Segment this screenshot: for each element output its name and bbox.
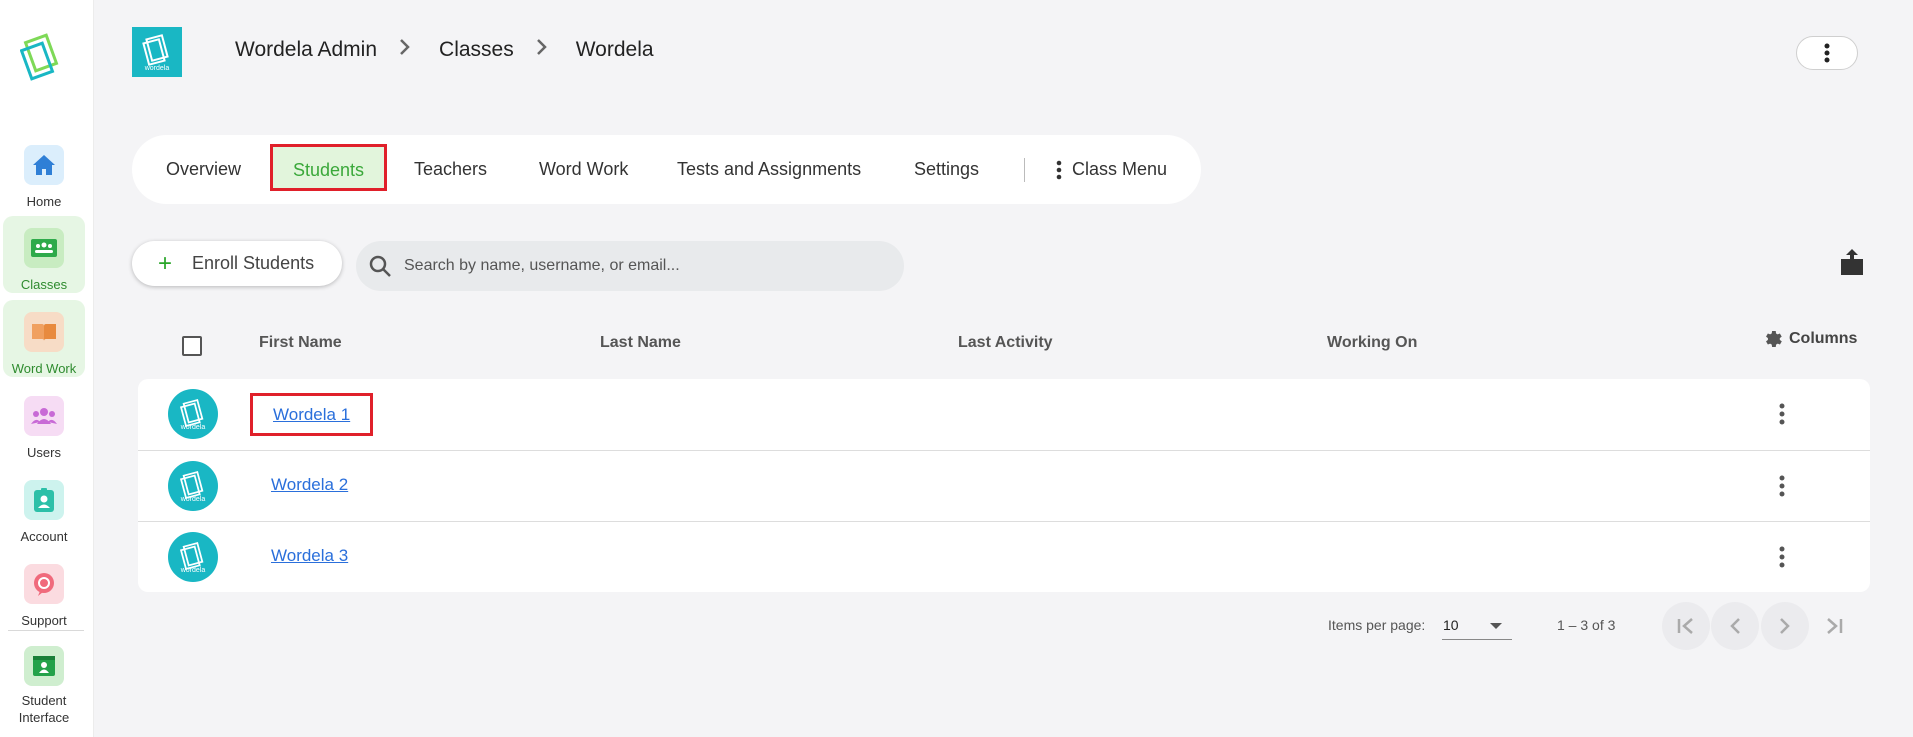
next-page-button[interactable] — [1761, 602, 1809, 650]
class-menu-label: Class Menu — [1072, 159, 1168, 179]
enroll-students-button[interactable]: + Enroll Students — [132, 241, 342, 286]
book-icon — [24, 312, 64, 352]
more-vertical-icon — [1779, 546, 1785, 568]
columns-label: Columns — [1789, 330, 1858, 347]
search-icon — [369, 255, 391, 277]
class-tabbar: Overview Students Teachers Word Work Tes… — [132, 135, 1201, 204]
chevron-right-icon — [1780, 618, 1790, 634]
sidebar-divider — [8, 630, 84, 631]
sidebar: Home Classes Word Work Users Account Sup… — [0, 0, 94, 737]
tab-settings[interactable]: Settings — [914, 135, 979, 204]
more-options-button[interactable] — [1796, 36, 1858, 70]
page-size-select[interactable]: 10 — [1442, 610, 1512, 640]
student-name-link[interactable]: Wordela 3 — [271, 546, 348, 566]
column-header-first-name[interactable]: First Name — [259, 334, 342, 352]
row-more-options-button[interactable] — [1774, 544, 1790, 570]
sidebar-item-label: Account — [20, 529, 68, 544]
column-header-last-activity[interactable]: Last Activity — [958, 334, 1053, 352]
app-logo-icon[interactable] — [19, 32, 68, 84]
home-icon — [24, 145, 64, 185]
breadcrumb-item-admin[interactable]: Wordela Admin — [235, 38, 377, 62]
avatar-text: wordela — [180, 423, 206, 431]
last-page-button[interactable] — [1810, 602, 1858, 650]
tab-students[interactable]: Students — [270, 144, 388, 191]
student-interface-icon — [24, 646, 64, 686]
table-row: wordela Wordela 2 — [138, 450, 1870, 521]
search-input[interactable] — [404, 257, 844, 275]
more-vertical-icon — [1056, 160, 1062, 179]
more-vertical-icon — [1824, 43, 1830, 63]
chevron-right-icon — [536, 38, 548, 62]
row-more-options-button[interactable] — [1774, 473, 1790, 499]
sidebar-item-label: Users — [27, 445, 61, 460]
enroll-students-label: Enroll Students — [192, 253, 315, 273]
tab-overview[interactable]: Overview — [166, 135, 241, 204]
sidebar-item-label: Support — [21, 613, 67, 628]
breadcrumb: Wordela Admin Classes Wordela — [235, 38, 654, 62]
sidebar-item-account[interactable]: Account — [3, 468, 85, 545]
page-size-value: 10 — [1443, 617, 1459, 633]
sidebar-item-label: Home — [26, 194, 62, 209]
sidebar-item-support[interactable]: Support — [3, 552, 85, 629]
support-icon — [24, 564, 64, 604]
select-all-checkbox[interactable] — [182, 336, 202, 356]
columns-button[interactable]: Columns — [1762, 328, 1857, 350]
student-name-link[interactable]: Wordela 2 — [271, 475, 348, 495]
dropdown-arrow-icon — [1490, 623, 1502, 629]
sidebar-item-word-work[interactable]: Word Work — [3, 300, 85, 377]
export-icon[interactable] — [1838, 247, 1866, 277]
sidebar-item-users[interactable]: Users — [3, 384, 85, 461]
last-page-icon — [1827, 618, 1843, 634]
avatar-text: wordela — [180, 566, 206, 574]
classes-icon — [24, 228, 64, 268]
class-logo: wordela — [132, 27, 182, 77]
avatar: wordela — [168, 461, 218, 511]
avatar: wordela — [168, 389, 218, 439]
more-vertical-icon — [1779, 475, 1785, 497]
row-more-options-button[interactable] — [1774, 401, 1790, 427]
account-icon — [24, 480, 64, 520]
users-icon — [24, 396, 64, 436]
class-logo-text: wordela — [144, 64, 170, 72]
search-bar — [356, 241, 904, 291]
page-range: 1 – 3 of 3 — [1557, 617, 1616, 633]
student-name-link[interactable]: Wordela 1 — [250, 393, 374, 436]
breadcrumb-item-classes[interactable]: Classes — [439, 38, 514, 62]
sidebar-item-label: Word Work — [11, 361, 77, 376]
previous-page-button[interactable] — [1711, 602, 1759, 650]
plus-icon: + — [158, 249, 173, 277]
column-header-last-name[interactable]: Last Name — [600, 334, 681, 352]
tab-teachers[interactable]: Teachers — [414, 135, 487, 204]
sidebar-item-classes[interactable]: Classes — [3, 216, 85, 293]
sidebar-item-label: Classes — [20, 277, 68, 292]
tab-divider — [1024, 158, 1025, 182]
column-header-working-on[interactable]: Working On — [1327, 334, 1417, 352]
more-vertical-icon — [1779, 403, 1785, 425]
chevron-left-icon — [1730, 618, 1740, 634]
avatar-text: wordela — [180, 495, 206, 503]
first-page-button[interactable] — [1662, 602, 1710, 650]
first-page-icon — [1677, 618, 1693, 634]
table-row: wordela Wordela 1 — [138, 379, 1870, 450]
breadcrumb-item-current: Wordela — [575, 38, 654, 61]
students-table: wordela Wordela 1 wordela Wordela 2 word… — [138, 379, 1870, 592]
class-menu-button[interactable]: Class Menu — [1056, 135, 1167, 204]
sidebar-item-home[interactable]: Home — [3, 133, 85, 210]
sidebar-item-student-interface[interactable]: Student Interface — [3, 638, 85, 732]
tab-word-work[interactable]: Word Work — [539, 135, 628, 204]
gear-icon — [1766, 331, 1782, 347]
table-row: wordela Wordela 3 — [138, 521, 1870, 592]
sidebar-item-label: Student Interface — [18, 693, 70, 725]
items-per-page-label: Items per page: — [1328, 617, 1426, 633]
tab-tests-and-assignments[interactable]: Tests and Assignments — [677, 135, 861, 204]
avatar: wordela — [168, 532, 218, 582]
chevron-right-icon — [399, 38, 411, 62]
